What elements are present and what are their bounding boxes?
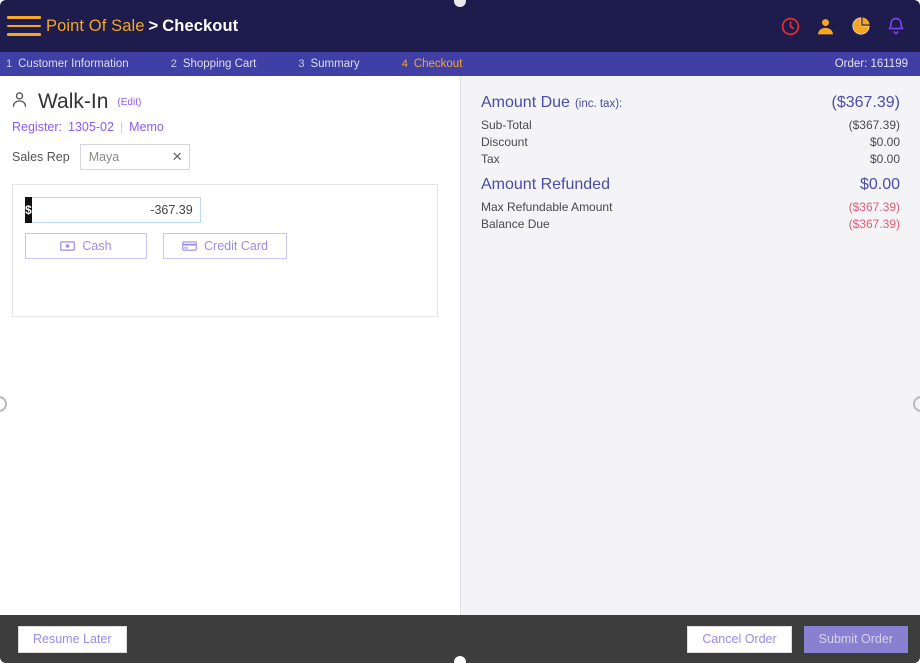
- customer-header: Walk-In (Edit): [10, 90, 448, 114]
- amount-due-title: Amount Due: [481, 94, 570, 111]
- breadcrumb: Point Of Sale > Checkout: [46, 17, 238, 36]
- hamburger-line: [7, 33, 41, 36]
- subtotal-value: ($367.39): [848, 118, 900, 132]
- step-summary[interactable]: 3 Summary: [298, 58, 359, 70]
- register-label: Register:: [12, 120, 63, 134]
- step-customer-information[interactable]: 1 Customer Information: [6, 58, 129, 70]
- cash-button[interactable]: Cash: [25, 233, 147, 259]
- payment-method-buttons: Cash Credit Card: [25, 233, 425, 259]
- register-row: Register: 1305-02 | Memo: [12, 120, 448, 134]
- home-indicator-icon: [454, 656, 466, 663]
- step-label: Customer Information: [18, 58, 129, 70]
- order-summary-pane: Amount Due (inc. tax): ($367.39) Sub-Tot…: [460, 76, 920, 639]
- user-icon[interactable]: [815, 16, 836, 37]
- payment-pane: Walk-In (Edit) Register: 1305-02 | Memo …: [0, 76, 460, 639]
- header-icon-group: [780, 15, 906, 37]
- step-number: 4: [401, 58, 408, 70]
- checkout-steps-nav: 1 Customer Information 2 Shopping Cart 3…: [0, 52, 920, 76]
- hamburger-line: [7, 16, 41, 19]
- amount-due-value: ($367.39): [831, 94, 901, 111]
- amount-due-header: Amount Due (inc. tax): ($367.39): [481, 94, 900, 112]
- summary-row-balance-due: Balance Due ($367.39): [481, 216, 900, 233]
- balance-due-label: Balance Due: [481, 217, 550, 231]
- banknote-icon: [60, 240, 76, 252]
- payment-amount-input[interactable]: [31, 197, 201, 223]
- step-label: Shopping Cart: [182, 58, 257, 70]
- step-shopping-cart[interactable]: 2 Shopping Cart: [171, 58, 257, 70]
- credit-card-button[interactable]: Credit Card: [163, 233, 287, 259]
- app-header: Point Of Sale > Checkout: [0, 0, 920, 52]
- summary-row-discount: Discount $0.00: [481, 134, 900, 151]
- step-number: 1: [6, 58, 13, 70]
- currency-prefix: $: [25, 197, 32, 223]
- summary-row-tax: Tax $0.00: [481, 151, 900, 168]
- max-refundable-value: ($367.39): [848, 200, 900, 214]
- hamburger-menu-icon[interactable]: [0, 0, 46, 52]
- hamburger-line: [7, 24, 41, 28]
- amount-due-subtitle: (inc. tax):: [574, 98, 623, 110]
- cash-button-label: Cash: [82, 239, 112, 253]
- resume-later-button[interactable]: Resume Later: [18, 625, 127, 653]
- discount-value: $0.00: [869, 135, 900, 149]
- sales-rep-field[interactable]: ✕: [79, 144, 190, 170]
- sales-rep-label: Sales Rep: [12, 150, 70, 164]
- step-number: 3: [298, 58, 305, 70]
- register-value[interactable]: 1305-02: [68, 120, 114, 134]
- summary-spacer: [481, 168, 900, 176]
- person-icon: [10, 90, 29, 114]
- subtotal-label: Sub-Total: [481, 118, 532, 132]
- amount-refunded-header: Amount Refunded $0.00: [481, 176, 900, 194]
- submit-order-button[interactable]: Submit Order: [803, 625, 908, 653]
- step-label: Checkout: [413, 58, 463, 70]
- breadcrumb-app-name[interactable]: Point Of Sale: [46, 17, 145, 36]
- checkout-body: Walk-In (Edit) Register: 1305-02 | Memo …: [0, 76, 920, 639]
- customer-name: Walk-In: [38, 90, 109, 113]
- amount-input-group[interactable]: $: [25, 197, 201, 223]
- clear-sales-rep-icon[interactable]: ✕: [168, 149, 183, 165]
- breadcrumb-separator: >: [148, 16, 159, 35]
- amount-refunded-value: $0.00: [859, 176, 900, 193]
- tax-label: Tax: [481, 152, 500, 166]
- step-checkout[interactable]: 4 Checkout: [402, 58, 463, 70]
- amount-refunded-title: Amount Refunded: [481, 176, 610, 193]
- register-divider: |: [119, 120, 124, 134]
- pos-checkout-app: Point Of Sale > Checkout 1 Customer Info…: [0, 0, 920, 663]
- cancel-order-button[interactable]: Cancel Order: [687, 625, 792, 653]
- bell-icon[interactable]: [886, 16, 906, 36]
- summary-row-max-refundable: Max Refundable Amount ($367.39): [481, 199, 900, 216]
- breadcrumb-current-page: Checkout: [162, 16, 239, 35]
- tax-value: $0.00: [869, 152, 900, 166]
- edit-customer-link[interactable]: (Edit): [117, 97, 141, 108]
- balance-due-value: ($367.39): [848, 217, 900, 231]
- step-label: Summary: [310, 58, 360, 70]
- sales-rep-input[interactable]: [88, 150, 168, 164]
- credit-card-button-label: Credit Card: [204, 239, 268, 253]
- pie-chart-icon[interactable]: [850, 15, 872, 37]
- credit-card-icon: [182, 240, 197, 252]
- payment-card: $ Cash: [12, 184, 438, 317]
- discount-label: Discount: [481, 135, 528, 149]
- step-number: 2: [170, 58, 177, 70]
- max-refundable-label: Max Refundable Amount: [481, 200, 613, 214]
- summary-row-subtotal: Sub-Total ($367.39): [481, 117, 900, 134]
- footer-primary-actions: Cancel Order Submit Order: [687, 625, 908, 653]
- clock-icon[interactable]: [780, 16, 801, 37]
- order-number: Order: 161199: [834, 58, 908, 70]
- amount-due-label-group: Amount Due (inc. tax):: [481, 94, 622, 112]
- sales-rep-row: Sales Rep ✕: [12, 144, 448, 170]
- memo-link[interactable]: Memo: [129, 120, 164, 134]
